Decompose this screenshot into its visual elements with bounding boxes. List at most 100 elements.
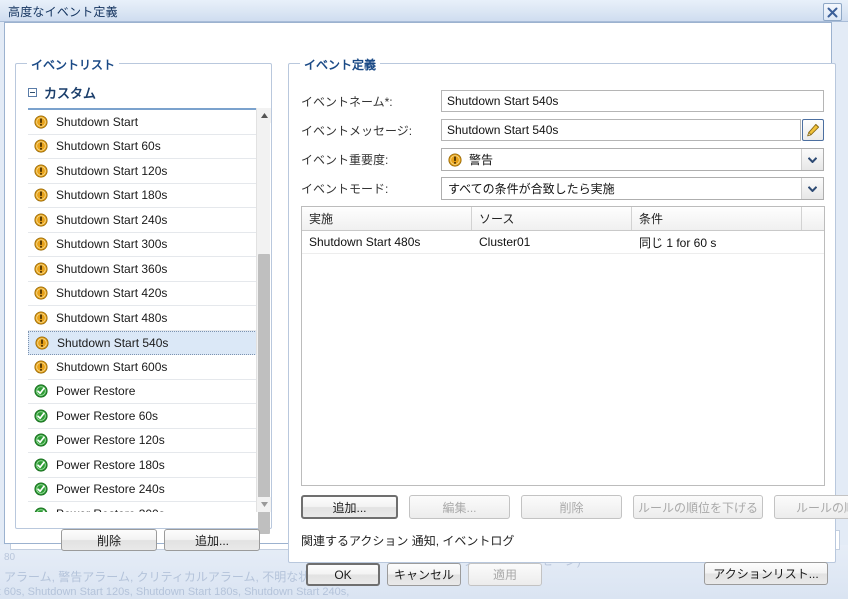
event-severity-label-row: イベント重要度: xyxy=(301,148,388,170)
cancel-button[interactable]: キャンセル xyxy=(387,563,461,586)
list-item-label: Shutdown Start 480s xyxy=(56,310,168,325)
add-event-button[interactable]: 追加... xyxy=(164,529,260,551)
list-item[interactable]: Shutdown Start 180s xyxy=(28,184,261,208)
event-list-legend: イベントリスト xyxy=(27,56,120,73)
dialog-titlebar: 高度なイベント定義 xyxy=(0,0,848,22)
dialog-body: イベントリスト カスタム Shutdown Start Shutdown Star… xyxy=(4,22,848,585)
tree-root-label: カスタム xyxy=(44,85,97,101)
event-list[interactable]: Shutdown Start Shutdown Start 60s Shutdown… xyxy=(28,108,261,512)
warning-icon xyxy=(34,139,48,153)
event-severity-label: イベント重要度: xyxy=(301,152,389,167)
warning-icon xyxy=(34,262,48,276)
ok-button[interactable]: OK xyxy=(306,563,380,586)
list-item-label: Shutdown Start xyxy=(56,114,139,129)
scroll-down-icon[interactable] xyxy=(257,497,271,512)
warning-icon xyxy=(34,360,48,374)
advanced-event-definition-dialog: 高度なイベント定義 イベントリスト カスタム Shutdown Start Shu… xyxy=(0,0,848,586)
list-item-label: Shutdown Start 240s xyxy=(56,212,168,227)
event-name-label: イベントネーム*: xyxy=(301,94,393,109)
list-item[interactable]: Power Restore 300s xyxy=(28,502,261,512)
warning-icon xyxy=(34,286,48,300)
event-definition-group: イベント定義 イベントネーム*: Shutdown Start 540s イベン… xyxy=(288,56,848,585)
chevron-down-icon[interactable] xyxy=(801,178,823,199)
event-mode-label-row: イベントモード: xyxy=(301,177,388,199)
rule-4-button: ルールの順 xyxy=(774,495,848,519)
close-icon[interactable] xyxy=(823,3,842,21)
event-message-label-row: イベントメッセージ: xyxy=(301,119,412,141)
list-item-label: Shutdown Start 120s xyxy=(56,163,168,178)
list-item-label: Power Restore 60s xyxy=(56,408,159,423)
list-item[interactable]: Power Restore xyxy=(28,380,261,404)
apply-button: 適用 xyxy=(468,563,542,586)
event-name-label-row: イベントネーム*: xyxy=(301,90,393,112)
rule-0-button[interactable]: 追加... xyxy=(301,495,398,519)
ok-icon xyxy=(34,458,48,472)
pencil-icon[interactable] xyxy=(802,119,824,141)
warning-icon xyxy=(34,237,48,251)
list-item[interactable]: Shutdown Start 420s xyxy=(28,282,261,306)
table-cell: 同じ 1 for 60 s xyxy=(639,235,717,250)
chevron-down-icon[interactable] xyxy=(801,149,823,170)
list-item[interactable]: Shutdown Start 480s xyxy=(28,306,261,331)
list-item[interactable]: Power Restore 180s xyxy=(28,453,261,478)
tree-root-node[interactable]: カスタム xyxy=(28,80,256,104)
ok-icon xyxy=(34,433,48,447)
ok-icon xyxy=(34,409,48,423)
list-item[interactable]: Power Restore 60s xyxy=(28,404,261,429)
event-mode-value: すべての条件が合致したら実施 xyxy=(448,182,615,196)
list-item-label: Power Restore 300s xyxy=(56,507,165,512)
table-cell: Shutdown Start 480s xyxy=(309,235,421,249)
table-column-header[interactable]: 条件 xyxy=(632,207,802,230)
list-item-label: Power Restore 240s xyxy=(56,482,165,497)
list-item-label: Power Restore 120s xyxy=(56,433,165,448)
table-body: Shutdown Start 480s Cluster01 同じ 1 for 60 … xyxy=(302,231,824,254)
rule-3-button: ルールの順位を下げる xyxy=(633,495,763,519)
table-column-header[interactable]: ソース xyxy=(472,207,632,230)
event-list-scrollbar[interactable] xyxy=(256,108,271,534)
event-name-input[interactable]: Shutdown Start 540s xyxy=(441,90,824,112)
list-item-label: Shutdown Start 540s xyxy=(57,335,169,350)
list-item[interactable]: Shutdown Start 60s xyxy=(28,135,261,159)
event-mode-select[interactable]: すべての条件が合致したら実施 xyxy=(441,177,824,200)
list-item-label: Shutdown Start 600s xyxy=(56,359,168,374)
list-item[interactable]: Power Restore 240s xyxy=(28,478,261,502)
event-severity-select[interactable]: 警告 xyxy=(441,148,824,171)
scrollbar-thumb[interactable] xyxy=(258,254,270,534)
dialog-button-bar: OK キャンセル 適用 xyxy=(0,563,848,589)
list-item[interactable]: Shutdown Start 360s xyxy=(28,257,261,282)
list-item[interactable]: Shutdown Start 540s xyxy=(28,330,261,355)
delete-event-button[interactable]: 削除 xyxy=(61,529,157,551)
list-item-label: Shutdown Start 360s xyxy=(56,261,168,276)
list-item[interactable]: Shutdown Start xyxy=(28,110,261,135)
list-item-label: Shutdown Start 300s xyxy=(56,237,168,252)
list-item-label: Shutdown Start 60s xyxy=(56,139,161,154)
event-message-input[interactable]: Shutdown Start 540s xyxy=(441,119,801,141)
rules-table[interactable]: 実施 ソース 条件 Shutdown Start 480s Cluster01 同じ 1… xyxy=(301,206,825,486)
table-header-row: 実施 ソース 条件 xyxy=(302,207,824,231)
collapse-icon[interactable] xyxy=(28,87,37,97)
list-item[interactable]: Power Restore 120s xyxy=(28,429,261,453)
table-row[interactable]: Shutdown Start 480s Cluster01 同じ 1 for 60 … xyxy=(302,231,824,254)
list-item[interactable]: Shutdown Start 300s xyxy=(28,233,261,257)
event-severity-value: 警告 xyxy=(469,153,494,167)
list-item-label: Shutdown Start 180s xyxy=(56,188,168,203)
event-definition-legend: イベント定義 xyxy=(300,56,381,73)
table-column-header[interactable]: 実施 xyxy=(302,207,472,230)
scroll-up-icon[interactable] xyxy=(257,108,271,123)
table-column-header-spacer xyxy=(802,207,824,230)
warning-icon xyxy=(35,336,49,350)
rule-buttons-row: 追加... 編集... 削除ルールの順位を下げるルールの順 xyxy=(301,495,848,519)
list-item-label: Power Restore xyxy=(56,384,136,399)
warning-icon xyxy=(34,213,48,227)
list-item[interactable]: Shutdown Start 600s xyxy=(28,355,261,380)
table-cell: Cluster01 xyxy=(479,235,531,249)
dialog-title: 高度なイベント定義 xyxy=(8,5,118,19)
ok-icon xyxy=(34,384,48,398)
list-item-label: Shutdown Start 420s xyxy=(56,286,168,301)
event-mode-label: イベントモード: xyxy=(301,181,389,196)
warning-icon xyxy=(448,152,462,167)
rule-1-button: 編集... xyxy=(409,495,510,519)
list-item[interactable]: Shutdown Start 240s xyxy=(28,208,261,233)
rule-2-button: 削除 xyxy=(521,495,622,519)
list-item[interactable]: Shutdown Start 120s xyxy=(28,159,261,184)
